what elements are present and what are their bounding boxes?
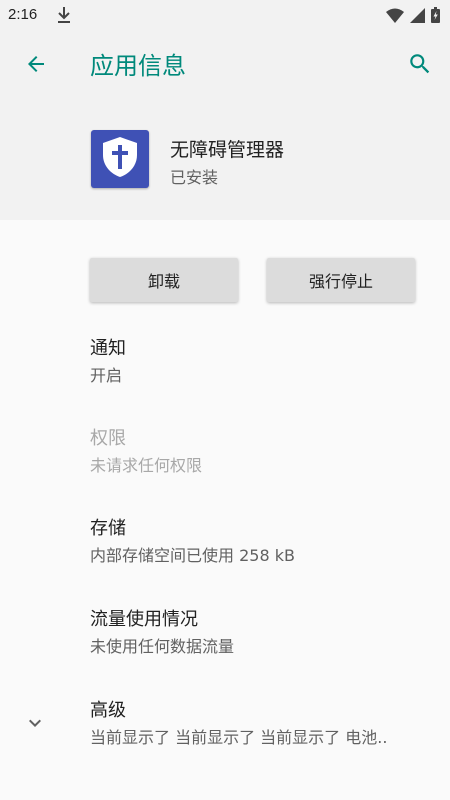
shield-cross-icon	[100, 135, 140, 183]
pref-storage[interactable]: 存储 内部存储空间已使用 258 kB	[90, 517, 430, 567]
pref-summary: 未使用任何数据流量	[90, 637, 235, 656]
pref-title: 权限	[90, 428, 126, 449]
pref-title: 流量使用情况	[90, 609, 198, 630]
app-icon	[91, 130, 149, 188]
pref-title: 存储	[90, 518, 126, 539]
status-icons	[386, 7, 440, 23]
pref-summary: 当前显示了 当前显示了 当前显示了 电池..	[90, 728, 388, 747]
back-button[interactable]	[14, 44, 58, 88]
chevron-down-icon[interactable]	[22, 710, 48, 736]
pref-summary: 内部存储空间已使用 258 kB	[90, 546, 295, 565]
pref-title: 高级	[90, 700, 126, 721]
search-button[interactable]	[398, 44, 442, 88]
pref-data-usage[interactable]: 流量使用情况 未使用任何数据流量	[90, 608, 430, 658]
pref-title: 通知	[90, 338, 126, 359]
app-name: 无障碍管理器	[170, 139, 285, 161]
download-icon	[56, 6, 72, 24]
pref-advanced[interactable]: 高级 当前显示了 当前显示了 当前显示了 电池..	[90, 699, 420, 749]
app-header: 无障碍管理器 已安装	[0, 102, 450, 220]
pref-summary: 未请求任何权限	[90, 456, 203, 475]
search-icon	[407, 51, 433, 81]
pref-permissions: 权限 未请求任何权限	[90, 427, 430, 477]
status-time: 2:16	[8, 6, 38, 23]
app-bar: 应用信息	[0, 30, 450, 102]
wifi-icon	[386, 8, 404, 23]
force-stop-button[interactable]: 强行停止	[267, 258, 415, 302]
app-install-status: 已安装	[170, 168, 219, 187]
uninstall-button[interactable]: 卸载	[90, 258, 238, 302]
signal-icon	[410, 7, 425, 23]
arrow-back-icon	[24, 52, 48, 80]
page-title: 应用信息	[90, 52, 186, 80]
status-bar: 2:16	[0, 0, 450, 30]
battery-icon	[431, 7, 440, 23]
pref-notifications[interactable]: 通知 开启	[90, 337, 430, 387]
pref-summary: 开启	[90, 366, 123, 385]
